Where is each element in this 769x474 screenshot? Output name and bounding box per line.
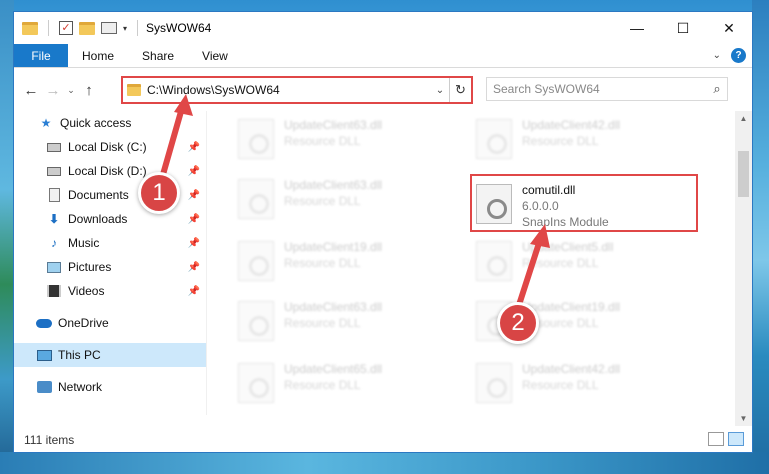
arrow-2-head [530, 224, 550, 248]
callout-arrows [159, 94, 550, 311]
step-2-badge: 2 [497, 302, 539, 344]
step-1-badge: 1 [138, 172, 180, 214]
arrow-2-line [515, 237, 543, 311]
arrow-1-head [174, 94, 193, 116]
arrow-1-line [159, 105, 185, 181]
